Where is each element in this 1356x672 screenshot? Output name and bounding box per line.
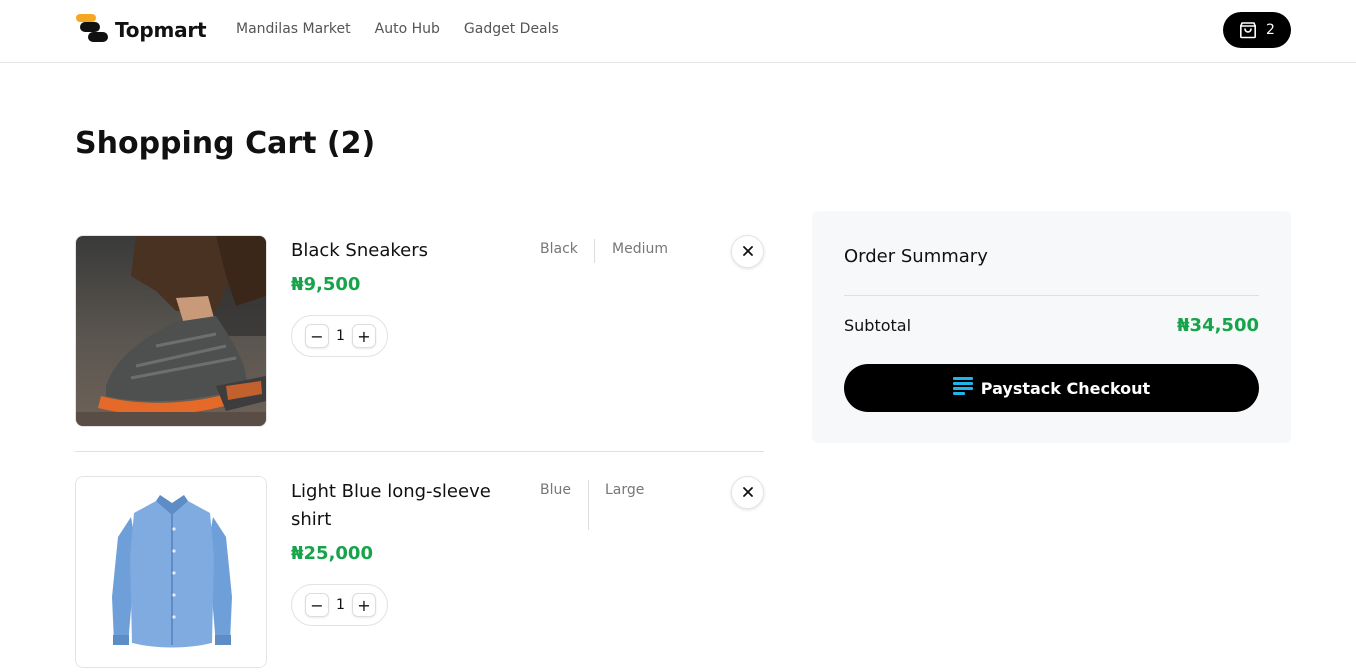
cart-item: Black Sneakers ₦9,500 − 1 + Black Medium <box>75 235 764 452</box>
quantity-stepper: − 1 + <box>291 584 388 626</box>
decrement-button[interactable]: − <box>305 324 329 348</box>
product-price: ₦25,000 <box>291 543 373 564</box>
order-summary-title: Order Summary <box>844 246 988 267</box>
paystack-icon <box>952 376 973 400</box>
remove-item-button[interactable] <box>731 235 764 268</box>
increment-button[interactable]: + <box>352 324 376 348</box>
cart-count-badge: 2 <box>1266 22 1275 38</box>
product-size: Large <box>605 482 645 498</box>
sneaker-product-image <box>76 236 266 426</box>
brand-logo[interactable]: Topmart <box>76 14 207 46</box>
product-price: ₦9,500 <box>291 274 361 295</box>
cart-button[interactable]: 2 <box>1223 12 1291 48</box>
checkout-label: Paystack Checkout <box>980 378 1151 398</box>
remove-item-button[interactable] <box>731 476 764 509</box>
brand-name: Topmart <box>115 18 207 42</box>
topmart-logo-icon <box>76 14 110 46</box>
quantity-value: 1 <box>336 597 345 613</box>
close-icon <box>742 242 754 261</box>
main-nav: Mandilas Market Auto Hub Gadget Deals <box>236 21 583 37</box>
increment-button[interactable]: + <box>352 593 376 617</box>
product-color: Black <box>540 241 578 257</box>
nav-link-auto-hub[interactable]: Auto Hub <box>375 21 440 37</box>
shirt-product-image <box>76 477 266 667</box>
nav-link-gadget-deals[interactable]: Gadget Deals <box>464 21 559 37</box>
order-summary-panel: Order Summary Subtotal ₦34,500 Paystack … <box>812 211 1291 443</box>
quantity-stepper: − 1 + <box>291 315 388 357</box>
product-color: Blue <box>540 482 571 498</box>
attribute-divider <box>588 480 589 530</box>
page-title: Shopping Cart (2) <box>75 126 376 161</box>
shopping-bag-icon <box>1239 21 1257 39</box>
summary-divider <box>844 295 1259 296</box>
attribute-divider <box>594 239 595 263</box>
subtotal-label: Subtotal <box>844 316 912 335</box>
product-name[interactable]: Light Blue long-sleeve shirt <box>291 478 511 534</box>
product-size: Medium <box>612 241 668 257</box>
quantity-value: 1 <box>336 328 345 344</box>
product-image[interactable] <box>75 235 267 427</box>
nav-link-mandilas-market[interactable]: Mandilas Market <box>236 21 351 37</box>
cart-item: Light Blue long-sleeve shirt ₦25,000 − 1… <box>75 476 764 672</box>
paystack-checkout-button[interactable]: Paystack Checkout <box>844 364 1259 412</box>
product-image[interactable] <box>75 476 267 668</box>
subtotal-value: ₦34,500 <box>1177 315 1259 336</box>
product-name[interactable]: Black Sneakers <box>291 237 511 265</box>
decrement-button[interactable]: − <box>305 593 329 617</box>
site-header: Topmart Mandilas Market Auto Hub Gadget … <box>0 0 1356 63</box>
close-icon <box>742 483 754 502</box>
